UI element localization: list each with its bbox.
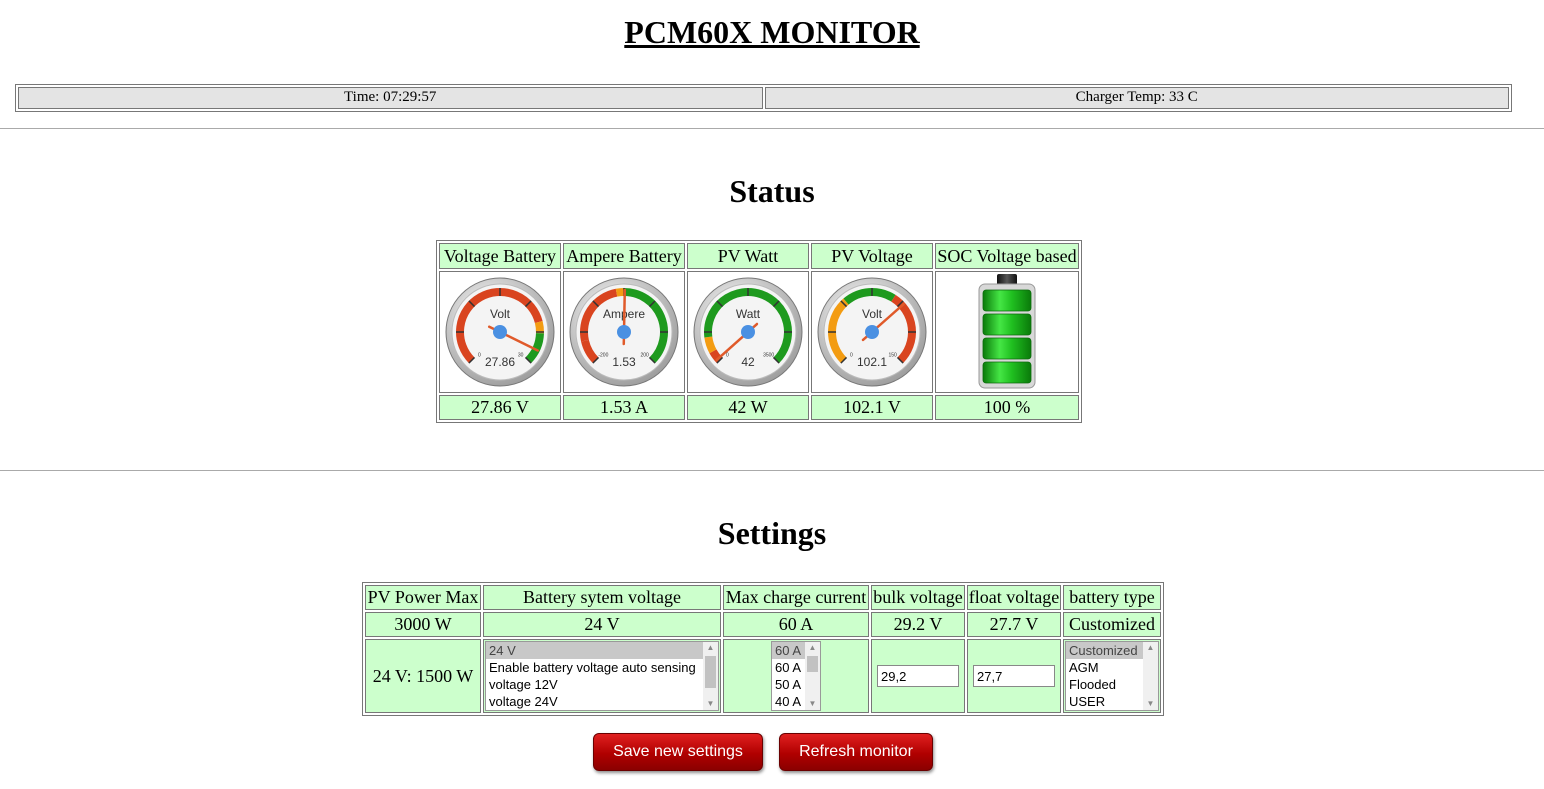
gauge-band [615,288,625,297]
gauge-hub [741,325,755,339]
value-ampere-battery: 1.53 A [563,395,685,420]
value-pv-voltage: 102.1 V [811,395,933,420]
scrollbar[interactable]: ▲ ▼ [703,642,718,710]
current-max-charge-current: 60 A [723,612,869,637]
gauge-cell: Ampere-2002001.53 [563,271,685,393]
current-float-voltage: 27.7 V [967,612,1061,637]
header-pv-power-max: PV Power Max [365,585,481,610]
gauge-max-label: 3500 [763,353,774,359]
gauge-label: Volt [490,307,511,321]
gauge-value: 1.53 [612,355,636,369]
pv-power-note: 24 V: 1500 W [365,639,481,713]
gauge-hub [865,325,879,339]
battery-voltage-select-cell: 24 V Enable battery voltage auto sensing… [483,639,721,713]
header-ampere-battery: Ampere Battery [563,243,685,269]
battery-cell-segment [982,361,1032,384]
current-bulk-voltage: 29.2 V [871,612,965,637]
gauge-min-label: -200 [598,353,608,359]
settings-title: Settings [717,515,827,551]
gauge-cell: Volt 0 30 27.86 [439,271,561,393]
scroll-down-icon[interactable]: ▼ [703,698,718,710]
scrollbar[interactable]: ▲ ▼ [805,642,820,710]
status-title: Status [729,173,815,209]
value-soc: 100 % [935,395,1079,420]
scroll-up-icon[interactable]: ▲ [703,642,718,654]
battery-voltage-select[interactable]: 24 V Enable battery voltage auto sensing… [485,641,719,711]
scroll-up-icon[interactable]: ▲ [1143,642,1158,654]
app-title: PCM60X MONITOR [624,14,920,50]
gauge-cell: Volt 0 150 102.1 [811,271,933,393]
scroll-down-icon[interactable]: ▼ [1143,698,1158,710]
gauge-value: 102.1 [857,355,887,369]
gauge-hub [493,325,507,339]
battery-cell-segment [982,337,1032,360]
header-soc: SOC Voltage based [935,243,1079,269]
gauge-min-label: 0 [726,353,729,359]
gauge-max-label: 200 [640,353,649,359]
battery-type-select-cell: Customized AGM Flooded USER ▲ ▼ [1063,639,1161,713]
gauge-value: 27.86 [485,355,515,369]
battery-type-select[interactable]: Customized AGM Flooded USER ▲ ▼ [1065,641,1159,711]
pv-watt-gauge: Watt 0 3500 42 [693,277,803,387]
header-battery-type: battery type [1063,585,1161,610]
gauge-label: Watt [736,307,761,321]
gauge-hub [617,325,631,339]
scroll-down-icon[interactable]: ▼ [805,698,820,710]
header-pv-watt: PV Watt [687,243,809,269]
battery-icon [978,274,1036,389]
voltage-battery-gauge: Volt 0 3027.86 [445,277,555,387]
gauge-label: Volt [862,307,883,321]
bulk-voltage-input[interactable] [877,665,959,688]
select-option[interactable]: voltage 24V [486,693,718,710]
charge-current-select-cell: 60 A 60 A 50 A 40 A ▲ ▼ [723,639,869,713]
gauge-min-label: 0 [478,353,481,359]
settings-table: PV Power Max Battery sytem voltage Max c… [362,582,1164,716]
header-battery-system-voltage: Battery sytem voltage [483,585,721,610]
charge-current-select[interactable]: 60 A 60 A 50 A 40 A ▲ ▼ [771,641,821,711]
divider [0,470,1544,471]
gauge-value: 42 [741,355,755,369]
pv-voltage-gauge: Volt 0 150102.1 [817,277,927,387]
info-bar: Time: 07:29:57 Charger Temp: 33 C [15,84,1512,112]
value-voltage-battery: 27.86 V [439,395,561,420]
charger-temp-readout: Charger Temp: 33 C [764,87,1509,109]
divider [0,128,1544,129]
header-max-charge-current: Max charge current [723,585,869,610]
select-option[interactable]: voltage 12V [486,676,718,693]
current-pv-power-max: 3000 W [365,612,481,637]
header-bulk-voltage: bulk voltage [871,585,965,610]
current-battery-type: Customized [1063,612,1161,637]
gauge-max-label: 150 [888,353,897,359]
gauge-band [704,336,717,354]
select-option[interactable]: 24 V [486,642,718,659]
status-table: Voltage Battery Ampere Battery PV Watt P… [436,240,1082,423]
header-voltage-battery: Voltage Battery [439,243,561,269]
header-float-voltage: float voltage [967,585,1061,610]
float-voltage-input[interactable] [973,665,1055,688]
scroll-thumb[interactable] [705,656,716,688]
float-voltage-input-cell [967,639,1061,713]
battery-cell-segment [982,313,1032,336]
gauge-min-label: 0 [850,353,853,359]
value-pv-watt: 42 W [687,395,809,420]
save-settings-button[interactable]: Save new settings [593,733,763,771]
battery-cell-segment [982,289,1032,312]
scroll-thumb[interactable] [807,656,818,672]
select-option[interactable]: Enable battery voltage auto sensing [486,659,718,676]
gauge-max-label: 30 [518,353,524,359]
time-readout: Time: 07:29:57 [18,87,763,109]
header-pv-voltage: PV Voltage [811,243,933,269]
current-battery-system-voltage: 24 V [483,612,721,637]
scroll-up-icon[interactable]: ▲ [805,642,820,654]
refresh-monitor-button[interactable]: Refresh monitor [779,733,933,771]
gauge-cell: Watt 0 3500 42 [687,271,809,393]
bulk-voltage-input-cell [871,639,965,713]
battery-cell [935,271,1079,393]
scrollbar[interactable]: ▲ ▼ [1143,642,1158,710]
ampere-battery-gauge: Ampere-2002001.53 [569,277,679,387]
